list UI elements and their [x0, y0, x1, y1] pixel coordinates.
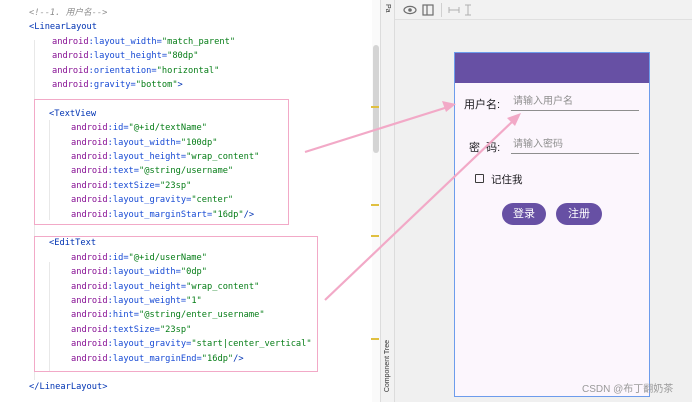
- code-line[interactable]: android:orientation="horizontal": [52, 64, 219, 78]
- code-token: "bottom": [135, 80, 178, 90]
- palette-tab[interactable]: Pa: [384, 4, 391, 13]
- register-button[interactable]: 注册: [556, 203, 602, 225]
- code-token: android: [52, 51, 89, 62]
- csdn-watermark: CSDN @布丁翻奶茶: [582, 384, 674, 395]
- password-input[interactable]: 请输入密码: [511, 138, 639, 154]
- username-label: 用户名:: [464, 99, 501, 111]
- code-token: :layout_width=: [88, 36, 162, 47]
- editor-scrollbar-thumb[interactable]: [373, 45, 379, 153]
- app-bar: [455, 53, 649, 83]
- remember-label: 记住我: [491, 174, 523, 186]
- code-token: :layout_height=: [88, 51, 168, 62]
- side-tool-strip: Pa Component Tree: [380, 0, 395, 402]
- code-token: LinearLayout: [39, 382, 103, 393]
- code-line[interactable]: android:gravity="bottom">: [52, 78, 183, 92]
- code-token: <!--1. 用户名-->: [29, 8, 108, 18]
- password-label: 密 码:: [469, 142, 501, 154]
- code-line[interactable]: android:layout_height="80dp": [52, 49, 198, 63]
- design-toolbar: [395, 0, 692, 20]
- horizontal-resize-icon[interactable]: [447, 3, 461, 17]
- code-token: >: [102, 382, 108, 393]
- code-line[interactable]: <LinearLayout: [29, 20, 97, 34]
- toolbar-divider: [441, 3, 442, 17]
- code-token: android: [52, 80, 89, 90]
- warning-marker[interactable]: [371, 204, 379, 206]
- warning-marker[interactable]: [371, 106, 379, 108]
- code-token: </: [29, 382, 40, 393]
- warning-marker[interactable]: [371, 235, 379, 237]
- code-token: LinearLayout: [34, 22, 97, 33]
- edittext-callout-box: [34, 236, 318, 372]
- code-token: "horizontal": [156, 65, 220, 76]
- username-input[interactable]: 请输入用户名: [511, 95, 639, 111]
- warning-marker[interactable]: [371, 338, 379, 340]
- eye-icon[interactable]: [403, 3, 417, 17]
- login-button[interactable]: 登录: [502, 203, 546, 225]
- split-view-icon[interactable]: [421, 3, 435, 17]
- code-token: "80dp": [167, 51, 199, 62]
- remember-checkbox[interactable]: [475, 174, 484, 183]
- code-line[interactable]: </LinearLayout>: [29, 380, 107, 394]
- vertical-resize-icon[interactable]: [461, 3, 475, 17]
- code-token: >: [177, 80, 183, 90]
- code-token: :orientation=: [88, 65, 157, 76]
- component-tree-tab[interactable]: Component Tree: [384, 340, 391, 392]
- code-token: android: [52, 36, 89, 47]
- layout-preview-phone[interactable]: 用户名: 请输入用户名 密 码: 请输入密码 记住我 登录 注册: [454, 52, 650, 397]
- code-token: android: [52, 65, 89, 76]
- textview-callout-box: [34, 99, 289, 225]
- code-line[interactable]: <!--1. 用户名-->: [29, 6, 107, 20]
- code-token: "match_parent": [161, 36, 236, 47]
- code-line[interactable]: android:layout_width="match_parent": [52, 35, 235, 49]
- code-token: :gravity=: [88, 80, 136, 90]
